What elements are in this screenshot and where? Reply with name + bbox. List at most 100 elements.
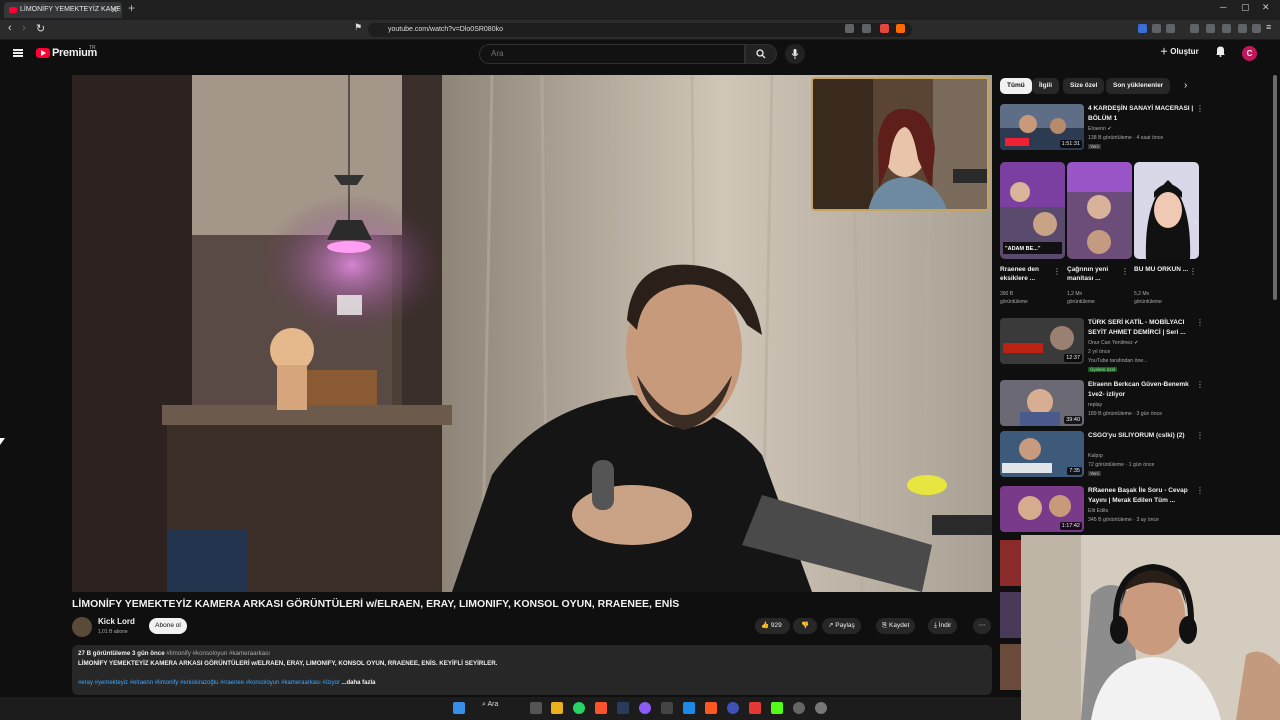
app-icon[interactable]	[815, 702, 827, 714]
recommendation-item[interactable]: 39:40 Elraenn Berkcan Güven-Benemk 1ve2-…	[1000, 380, 1205, 426]
share-label: Paylaş	[835, 622, 855, 629]
short-thumbnail[interactable]	[1134, 162, 1199, 259]
share-button[interactable]: ↗ Paylaş	[822, 618, 861, 634]
obs-icon[interactable]	[793, 702, 805, 714]
download-icon[interactable]	[1190, 24, 1199, 33]
bookmark-save-icon: ⎘	[882, 622, 890, 629]
chip-for-you[interactable]: Size özel	[1063, 78, 1105, 94]
short-thumbnail[interactable]	[1067, 162, 1132, 259]
more-vertical-icon[interactable]: ⋮	[1121, 267, 1129, 276]
recommendation-thumbnails-partial[interactable]	[1000, 540, 1021, 690]
chip-recent[interactable]: Son yüklenenler	[1106, 78, 1171, 94]
extension-icon[interactable]	[1166, 24, 1175, 33]
close-tab-icon[interactable]: ✕	[110, 2, 118, 18]
scrollbar[interactable]	[1273, 75, 1277, 300]
recommendation-channel: Elit Edits	[1088, 508, 1109, 514]
chip-all[interactable]: Tümü	[1000, 78, 1032, 94]
search-button[interactable]	[745, 44, 777, 64]
more-vertical-icon[interactable]: ⋮	[1189, 267, 1197, 276]
account-avatar[interactable]: C	[1242, 46, 1257, 61]
mouse-cursor-icon	[0, 438, 5, 445]
more-vertical-icon[interactable]: ⋮	[1196, 380, 1204, 389]
recommendation-item[interactable]: 7:35 CSGO'yu SILIYORUM (cslki) (2) Kalpı…	[1000, 431, 1205, 477]
show-more-link[interactable]: ...daha fazla	[341, 680, 375, 686]
reload-icon[interactable]: ↻	[36, 22, 45, 35]
chip-related[interactable]: İlgili	[1032, 78, 1059, 94]
close-window-icon[interactable]: ✕	[1262, 2, 1270, 13]
bookmark-icon[interactable]: ⚑	[354, 22, 362, 33]
minimize-icon[interactable]: ─	[1220, 2, 1226, 12]
task-view-icon[interactable]	[530, 702, 542, 714]
description-tags[interactable]: #limonify #konsoloyun #kameraarkası	[166, 650, 270, 657]
browser-tab[interactable]: LİMONİFY YEMEKTEYİZ KAME ✕	[4, 2, 122, 18]
recommendation-item[interactable]: 1:51:31 4 KARDEŞİN SANAYİ MACERASI | BÖL…	[1000, 104, 1205, 150]
create-button[interactable]: ＋ Oluştur	[1160, 46, 1199, 57]
video-thumbnail[interactable]: 7:35	[1000, 431, 1084, 477]
extension-icon[interactable]	[845, 24, 854, 33]
upload-date: 3 gün önce	[132, 650, 165, 657]
video-thumbnail[interactable]: 39:40	[1000, 380, 1084, 426]
extension-icon[interactable]	[1238, 24, 1247, 33]
voice-search-button[interactable]	[785, 44, 805, 64]
download-button[interactable]: ⤓ İndir	[928, 618, 958, 634]
app-icon[interactable]	[727, 702, 739, 714]
app-icon[interactable]	[705, 702, 717, 714]
like-button[interactable]: 👍 929	[755, 618, 790, 634]
search-input[interactable]: Ara	[479, 44, 745, 64]
chevron-right-icon[interactable]: ›	[1184, 80, 1187, 91]
vscode-icon[interactable]	[683, 702, 695, 714]
brave-shield-icon[interactable]	[880, 24, 889, 33]
maximize-icon[interactable]: ▢	[1241, 2, 1250, 13]
extension-icon[interactable]	[1138, 24, 1147, 33]
channel-avatar[interactable]	[72, 617, 92, 637]
taskbar-search[interactable]: ⌕ Ara	[482, 701, 498, 709]
description-box[interactable]: 27 B görüntüleme 3 gün önce #limonify #k…	[72, 645, 992, 695]
new-tab-button[interactable]: +	[128, 1, 135, 15]
extension-icon[interactable]	[1222, 24, 1231, 33]
back-icon[interactable]: ‹	[8, 22, 12, 34]
forward-icon[interactable]: ›	[22, 22, 26, 34]
hamburger-menu-icon[interactable]	[13, 49, 23, 57]
brave-browser-icon[interactable]	[595, 702, 607, 714]
more-vertical-icon[interactable]: ⋮	[1196, 431, 1204, 440]
more-actions-button[interactable]: ⋯	[973, 618, 991, 634]
more-vertical-icon[interactable]: ⋮	[1053, 267, 1061, 276]
verified-icon: ✔	[1107, 126, 1112, 132]
channel-name[interactable]: Kick Lord	[98, 617, 135, 626]
extension-icon[interactable]	[1152, 24, 1161, 33]
recommendation-item[interactable]: 1:17:42 RRaenee Başak İle Soru - Cevap Y…	[1000, 486, 1205, 532]
kick-icon[interactable]	[771, 702, 783, 714]
wallet-icon[interactable]	[1252, 24, 1261, 33]
notifications-bell-icon[interactable]	[1215, 45, 1226, 60]
windows-start-icon[interactable]	[453, 702, 465, 714]
extension-icon[interactable]	[1206, 24, 1215, 33]
share-page-icon[interactable]	[862, 24, 871, 33]
menu-icon[interactable]: ≡	[1266, 22, 1271, 32]
short-thumbnail[interactable]: "ADAM BE..."	[1000, 162, 1065, 259]
address-bar[interactable]: youtube.com/watch?v=Dlo0SR080ko	[368, 23, 912, 37]
shorts-next-icon[interactable]: ›	[1194, 216, 1197, 226]
browser-tab-title: LİMONİFY YEMEKTEYİZ KAME	[20, 6, 121, 13]
video-thumbnail[interactable]: 1:51:31	[1000, 104, 1084, 150]
more-vertical-icon[interactable]: ⋮	[1196, 486, 1204, 495]
app-icon[interactable]	[639, 702, 651, 714]
dislike-button[interactable]: 👎	[793, 618, 817, 634]
video-title: LİMONİFY YEMEKTEYİZ KAMERA ARKASI GÖRÜNT…	[72, 598, 680, 610]
recommendation-item[interactable]: 12:37 TÜRK SERİ KATİL - MOBİLYACI SEYİT …	[1000, 318, 1205, 372]
brave-rewards-icon[interactable]	[896, 24, 905, 33]
save-button[interactable]: ⎘ Kaydet	[876, 618, 916, 634]
video-thumbnail[interactable]: 12:37	[1000, 318, 1084, 364]
youtube-logo-icon[interactable]	[36, 48, 50, 58]
recommendation-title: CSGO'yu SILIYORUM (cslki) (2)	[1088, 432, 1185, 439]
app-icon[interactable]	[661, 702, 673, 714]
more-vertical-icon[interactable]: ⋮	[1196, 318, 1204, 327]
hashtag-links[interactable]: #eray #yemekteyiz #elraenn #limonify #en…	[78, 680, 340, 686]
more-vertical-icon[interactable]: ⋮	[1196, 104, 1204, 113]
whatsapp-icon[interactable]	[573, 702, 585, 714]
video-thumbnail[interactable]: 1:17:42	[1000, 486, 1084, 532]
subscribe-button[interactable]: Abone ol	[149, 618, 187, 634]
file-explorer-icon[interactable]	[551, 702, 563, 714]
app-icon[interactable]	[617, 702, 629, 714]
description-hashtags[interactable]: #eray #yemekteyiz #elraenn #limonify #en…	[78, 680, 376, 686]
app-icon[interactable]	[749, 702, 761, 714]
